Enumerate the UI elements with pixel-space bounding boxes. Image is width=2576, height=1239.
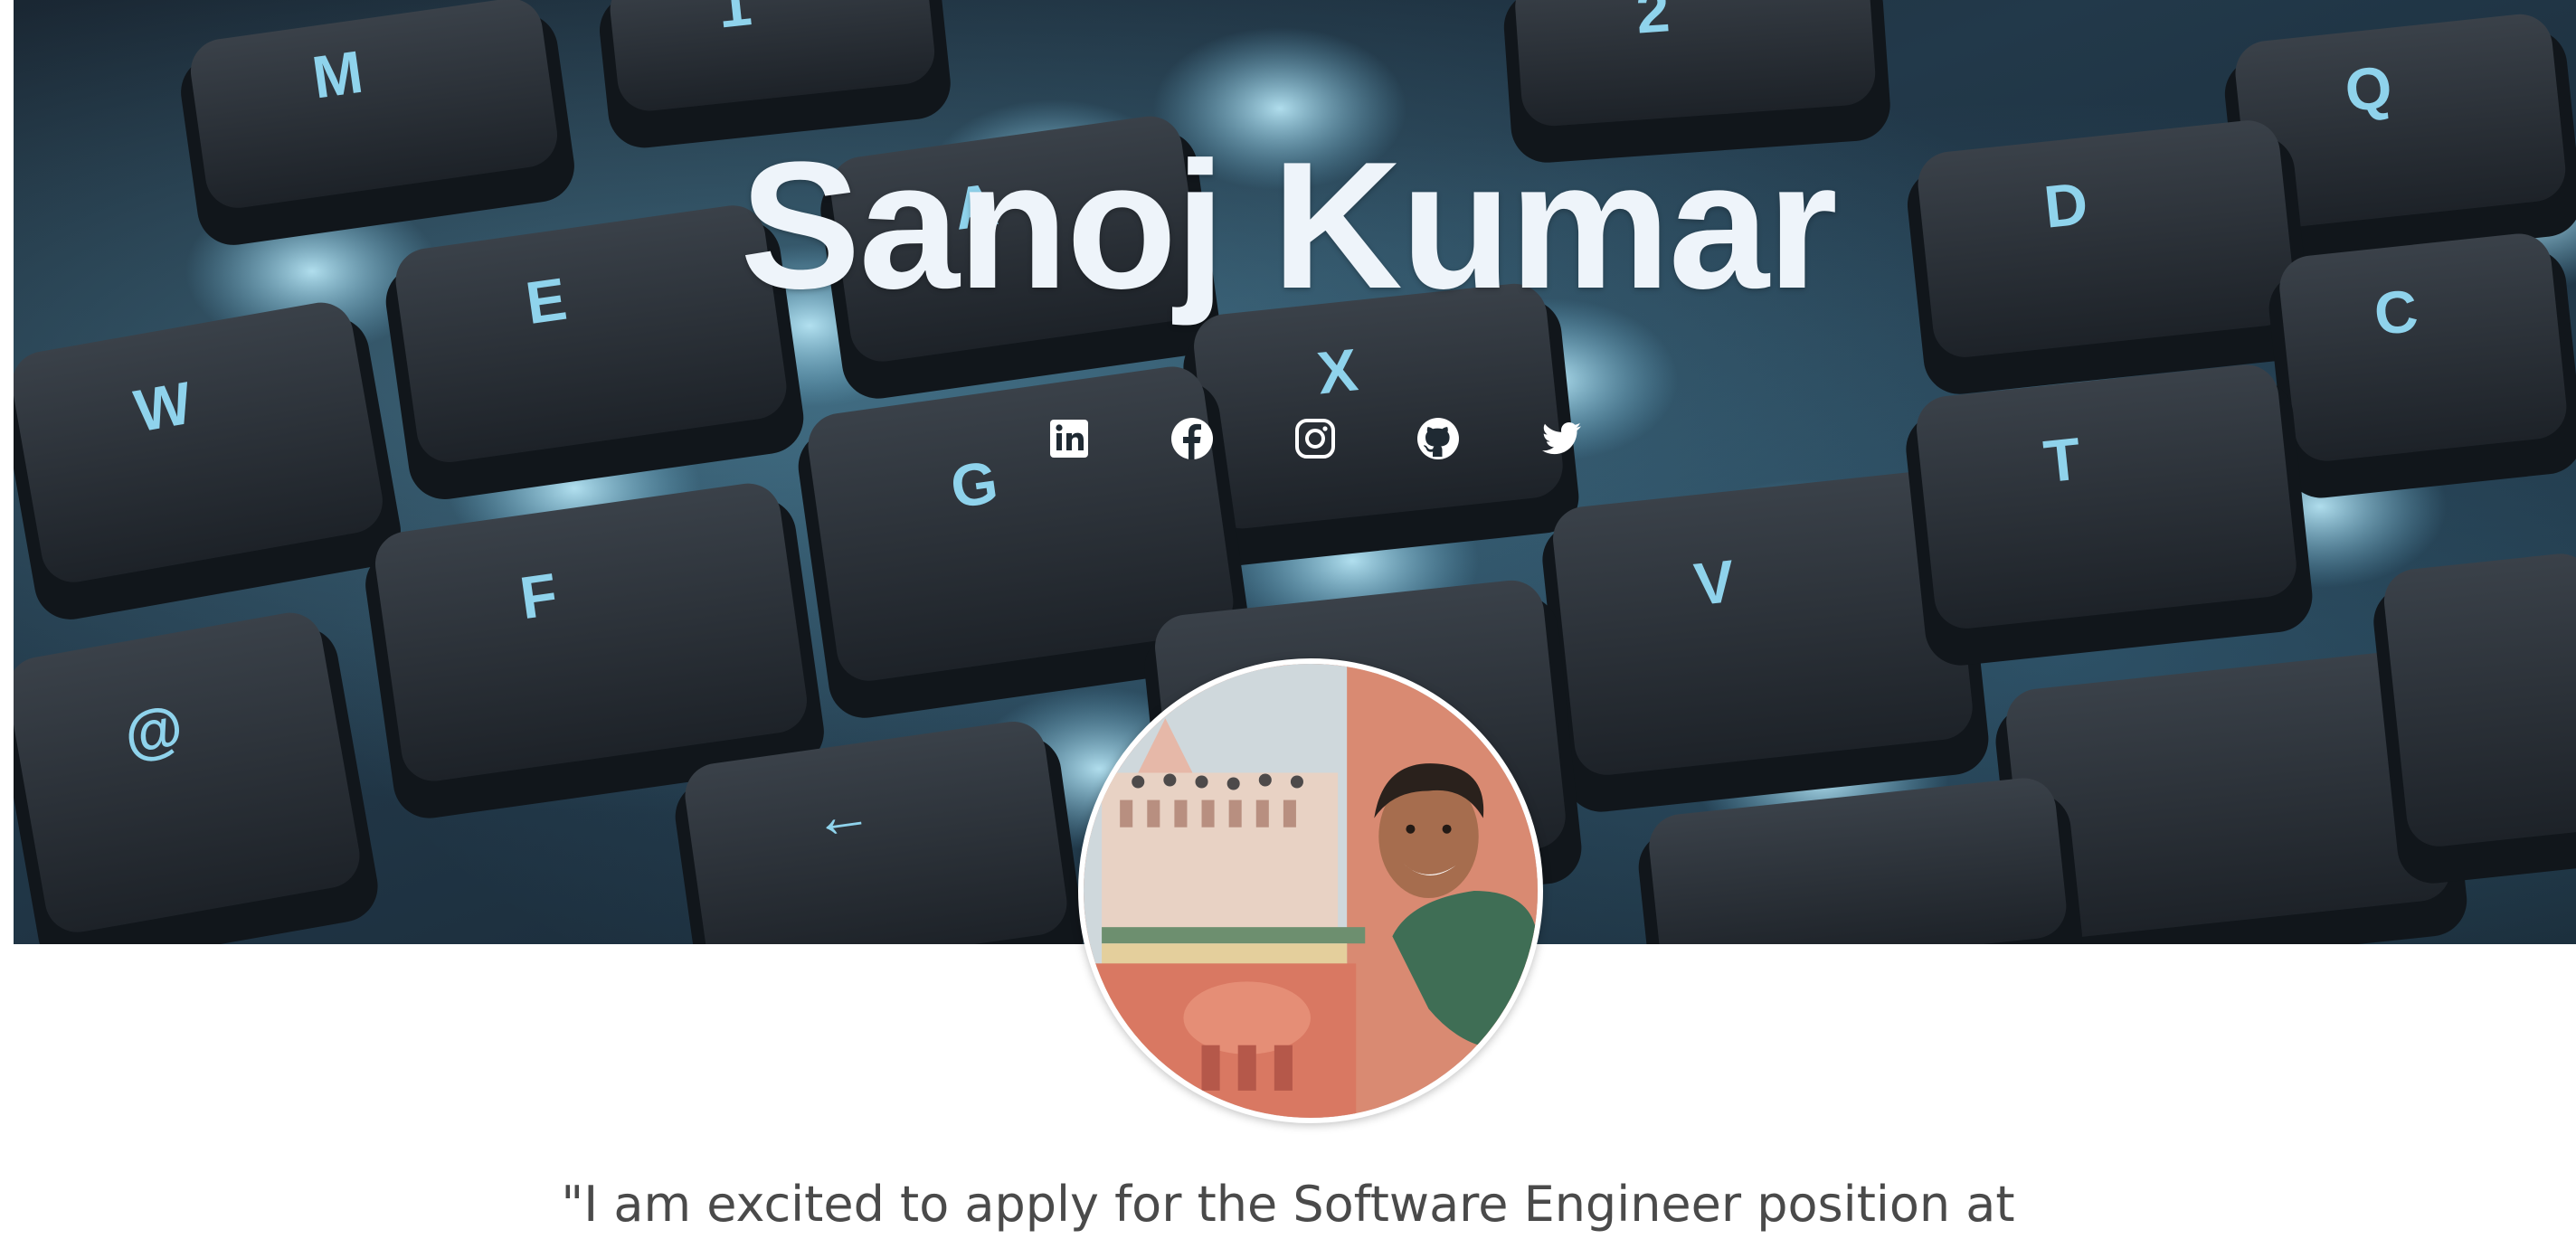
key-label: Q [2342,52,2395,124]
twitter-icon[interactable] [1539,416,1584,461]
key-label: @ [119,693,188,769]
key-label: V [1691,547,1738,618]
page-title: Sanoj Kumar [740,125,1838,326]
key-label: 1 [715,0,754,41]
profile-photo [1084,664,1538,1118]
key-label: 2 [1634,0,1672,46]
keyboard-key: T [1906,364,2313,666]
key-label: X [1314,336,1361,406]
instagram-icon[interactable] [1293,416,1338,461]
key-label: ← [808,777,876,851]
page: M 1 2 Q W E A X D C F G V T @ ← Sanoj Kumar [0,0,2576,1239]
intro-quote: "I am excited to apply for the Software … [561,1176,2015,1233]
github-icon[interactable] [1416,416,1461,461]
avatar [1078,658,1543,1123]
keyboard-key: @ [14,612,378,944]
social-links [14,416,2576,461]
facebook-icon[interactable] [1170,416,1215,461]
linkedin-icon[interactable] [1046,416,1092,461]
key-label: M [308,38,367,111]
keyboard-key [2373,553,2576,884]
